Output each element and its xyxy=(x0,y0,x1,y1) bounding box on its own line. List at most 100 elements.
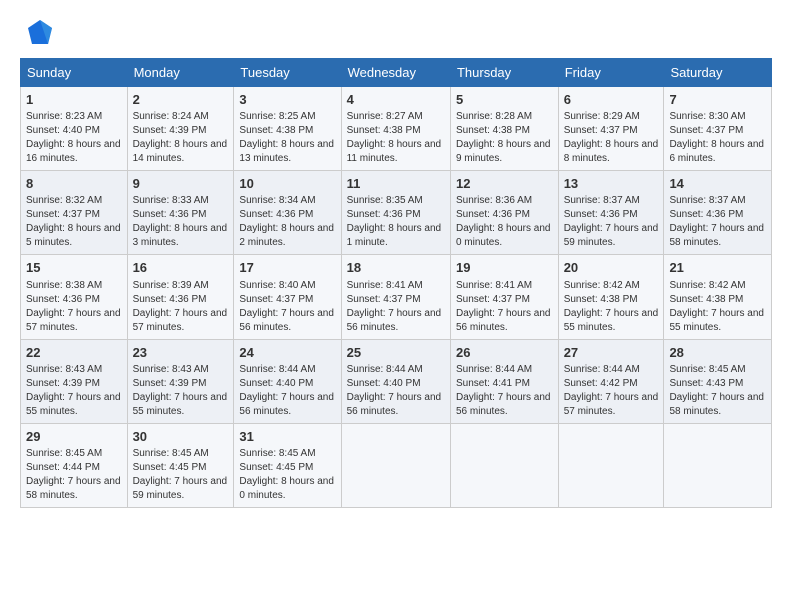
day-info-line: Daylight: 7 hours and 56 minutes. xyxy=(239,307,335,335)
day-info-line: Sunrise: 8:33 AM xyxy=(133,194,229,208)
calendar-cell: 30Sunrise: 8:45 AMSunset: 4:45 PMDayligh… xyxy=(127,423,234,507)
calendar-cell: 31Sunrise: 8:45 AMSunset: 4:45 PMDayligh… xyxy=(234,423,341,507)
day-info-line: Sunrise: 8:42 AM xyxy=(564,279,659,293)
day-info-line: Daylight: 7 hours and 58 minutes. xyxy=(26,475,122,503)
logo xyxy=(20,16,56,48)
day-info-line: Sunrise: 8:44 AM xyxy=(347,363,445,377)
day-info-line: Daylight: 8 hours and 0 minutes. xyxy=(239,475,335,503)
col-header-monday: Monday xyxy=(127,59,234,87)
day-info-line: Daylight: 7 hours and 57 minutes. xyxy=(564,391,659,419)
calendar-cell: 5Sunrise: 8:28 AMSunset: 4:38 PMDaylight… xyxy=(450,87,558,171)
day-info-line: Sunrise: 8:45 AM xyxy=(26,447,122,461)
day-info-line: Sunrise: 8:43 AM xyxy=(26,363,122,377)
day-info-line: Sunrise: 8:24 AM xyxy=(133,110,229,124)
day-number: 29 xyxy=(26,428,122,446)
col-header-tuesday: Tuesday xyxy=(234,59,341,87)
day-info-line: Sunrise: 8:35 AM xyxy=(347,194,445,208)
day-info-line: Daylight: 8 hours and 3 minutes. xyxy=(133,222,229,250)
day-number: 6 xyxy=(564,91,659,109)
day-number: 1 xyxy=(26,91,122,109)
day-number: 14 xyxy=(669,175,766,193)
day-info-line: Daylight: 8 hours and 0 minutes. xyxy=(456,222,553,250)
day-info-line: Sunset: 4:36 PM xyxy=(133,293,229,307)
calendar-cell: 12Sunrise: 8:36 AMSunset: 4:36 PMDayligh… xyxy=(450,171,558,255)
day-number: 18 xyxy=(347,259,445,277)
day-info-line: Sunset: 4:37 PM xyxy=(669,124,766,138)
day-info-line: Sunset: 4:39 PM xyxy=(133,124,229,138)
day-number: 9 xyxy=(133,175,229,193)
col-header-friday: Friday xyxy=(558,59,664,87)
day-info-line: Sunrise: 8:44 AM xyxy=(564,363,659,377)
day-info-line: Sunset: 4:37 PM xyxy=(456,293,553,307)
day-number: 12 xyxy=(456,175,553,193)
day-info-line: Sunrise: 8:23 AM xyxy=(26,110,122,124)
day-info-line: Daylight: 7 hours and 57 minutes. xyxy=(133,307,229,335)
calendar-cell: 16Sunrise: 8:39 AMSunset: 4:36 PMDayligh… xyxy=(127,255,234,339)
day-info-line: Sunset: 4:39 PM xyxy=(26,377,122,391)
col-header-saturday: Saturday xyxy=(664,59,772,87)
calendar-cell xyxy=(450,423,558,507)
day-number: 4 xyxy=(347,91,445,109)
calendar-cell: 20 Sunrise: 8:42 AMSunset: 4:38 PMDayligh… xyxy=(558,255,664,339)
day-info-line: Sunset: 4:38 PM xyxy=(347,124,445,138)
calendar-cell xyxy=(558,423,664,507)
day-info-line: Daylight: 7 hours and 55 minutes. xyxy=(669,307,766,335)
calendar-cell: 29Sunrise: 8:45 AMSunset: 4:44 PMDayligh… xyxy=(21,423,128,507)
day-number: 28 xyxy=(669,344,766,362)
day-info-line: Sunset: 4:37 PM xyxy=(564,124,659,138)
header xyxy=(20,16,772,48)
calendar-cell: 25Sunrise: 8:44 AMSunset: 4:40 PMDayligh… xyxy=(341,339,450,423)
day-number: 10 xyxy=(239,175,335,193)
day-number: 2 xyxy=(133,91,229,109)
day-info-line: Daylight: 7 hours and 55 minutes. xyxy=(133,391,229,419)
day-info-line: Sunset: 4:44 PM xyxy=(26,461,122,475)
day-info-line: Daylight: 8 hours and 16 minutes. xyxy=(26,138,122,166)
day-info-line: Sunset: 4:36 PM xyxy=(564,208,659,222)
day-info-line: Daylight: 7 hours and 58 minutes. xyxy=(669,391,766,419)
day-number: 7 xyxy=(669,91,766,109)
day-info-line: Daylight: 7 hours and 55 minutes. xyxy=(564,307,659,335)
day-info-line: Sunrise: 8:25 AM xyxy=(239,110,335,124)
day-info-line: Sunrise: 8:32 AM xyxy=(26,194,122,208)
day-info-line: Daylight: 8 hours and 6 minutes. xyxy=(669,138,766,166)
day-info-line: Sunset: 4:36 PM xyxy=(347,208,445,222)
day-info-line: Sunset: 4:36 PM xyxy=(239,208,335,222)
day-info-line: Sunrise: 8:41 AM xyxy=(347,279,445,293)
calendar-cell: 21Sunrise: 8:42 AMSunset: 4:38 PMDayligh… xyxy=(664,255,772,339)
calendar-cell: 22Sunrise: 8:43 AMSunset: 4:39 PMDayligh… xyxy=(21,339,128,423)
day-number: 5 xyxy=(456,91,553,109)
day-info-line: Sunset: 4:38 PM xyxy=(564,293,659,307)
page-container: SundayMondayTuesdayWednesdayThursdayFrid… xyxy=(0,0,792,518)
day-info-line: Sunset: 4:40 PM xyxy=(347,377,445,391)
day-number: 25 xyxy=(347,344,445,362)
day-info-line: Sunrise: 8:30 AM xyxy=(669,110,766,124)
calendar-cell: 18Sunrise: 8:41 AMSunset: 4:37 PMDayligh… xyxy=(341,255,450,339)
day-info-line: Daylight: 7 hours and 56 minutes. xyxy=(456,391,553,419)
day-info-line: Sunrise: 8:38 AM xyxy=(26,279,122,293)
calendar-cell: 1Sunrise: 8:23 AMSunset: 4:40 PMDaylight… xyxy=(21,87,128,171)
day-info-line: Sunrise: 8:37 AM xyxy=(669,194,766,208)
day-info-line: Sunrise: 8:45 AM xyxy=(133,447,229,461)
day-info-line: Daylight: 8 hours and 1 minute. xyxy=(347,222,445,250)
day-number: 20 xyxy=(564,259,659,277)
calendar-cell: 7Sunrise: 8:30 AMSunset: 4:37 PMDaylight… xyxy=(664,87,772,171)
day-info-line: Daylight: 8 hours and 2 minutes. xyxy=(239,222,335,250)
day-number: 31 xyxy=(239,428,335,446)
day-info-line: Daylight: 7 hours and 56 minutes. xyxy=(347,307,445,335)
day-info-line: Daylight: 7 hours and 56 minutes. xyxy=(456,307,553,335)
day-info-line: Daylight: 7 hours and 58 minutes. xyxy=(669,222,766,250)
calendar-cell xyxy=(664,423,772,507)
day-info-line: Sunset: 4:41 PM xyxy=(456,377,553,391)
day-number: 19 xyxy=(456,259,553,277)
day-number: 22 xyxy=(26,344,122,362)
day-number: 11 xyxy=(347,175,445,193)
day-info-line: Sunrise: 8:40 AM xyxy=(239,279,335,293)
day-info-line: Daylight: 7 hours and 56 minutes. xyxy=(239,391,335,419)
day-info-line: Sunrise: 8:45 AM xyxy=(239,447,335,461)
calendar-cell: 4Sunrise: 8:27 AMSunset: 4:38 PMDaylight… xyxy=(341,87,450,171)
day-info-line: Sunset: 4:39 PM xyxy=(133,377,229,391)
day-number: 15 xyxy=(26,259,122,277)
calendar-cell: 27Sunrise: 8:44 AMSunset: 4:42 PMDayligh… xyxy=(558,339,664,423)
day-info-line: Sunrise: 8:42 AM xyxy=(669,279,766,293)
day-info-line: Sunset: 4:38 PM xyxy=(456,124,553,138)
